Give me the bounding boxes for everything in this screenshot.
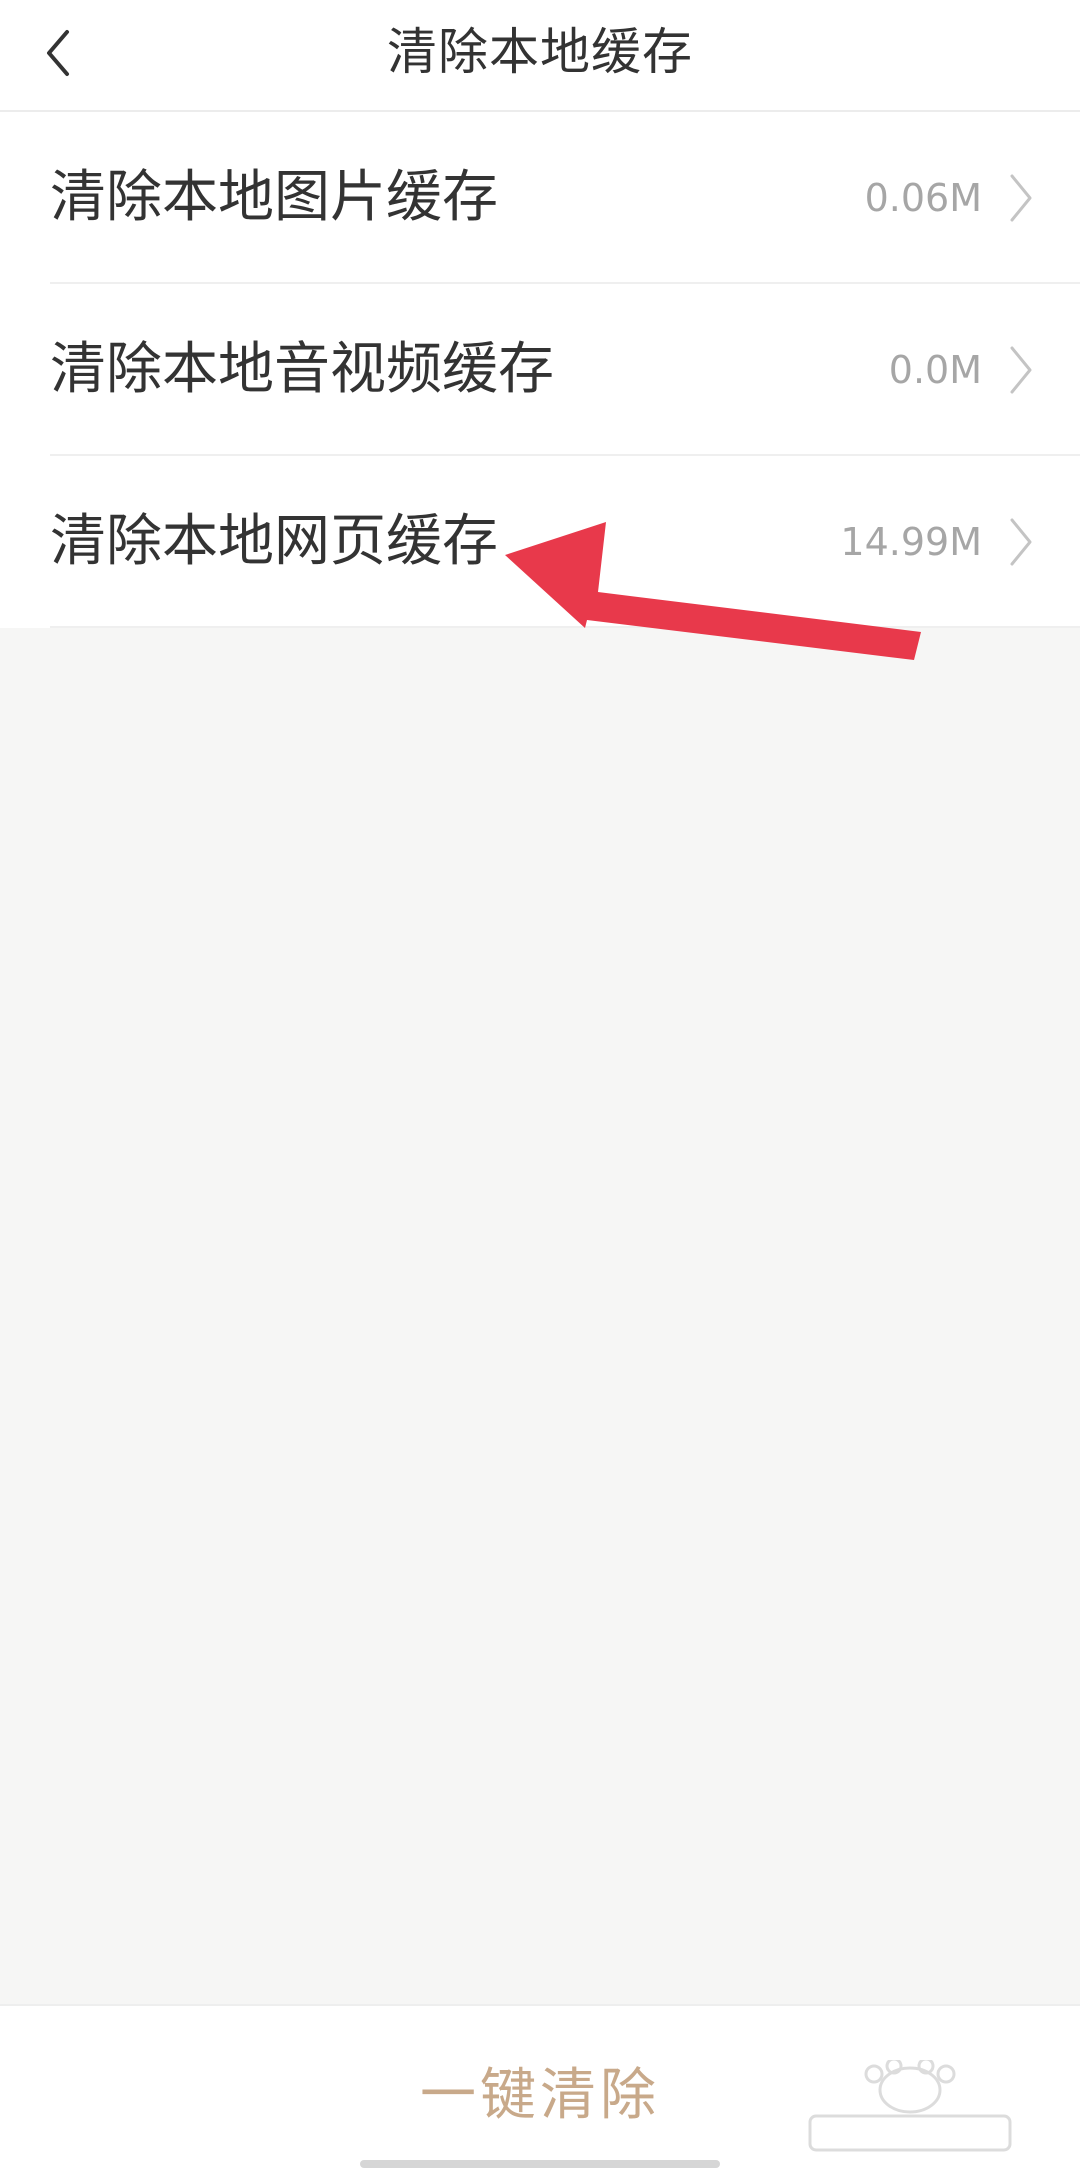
- cache-item-label: 清除本地网页缓存: [50, 509, 498, 574]
- cache-settings-screen: 清除本地缓存 清除本地图片缓存 0.06M 清除本地音视频缓存 0.0M 清除本…: [0, 0, 1080, 2172]
- cache-item-web-pages[interactable]: 清除本地网页缓存 14.99M: [0, 456, 1080, 628]
- cache-item-size: 0.06M: [864, 176, 982, 220]
- divider: [50, 626, 1080, 628]
- page-title: 清除本地缓存: [387, 23, 693, 81]
- cache-item-size: 0.0M: [888, 348, 982, 392]
- cache-item-label: 清除本地音视频缓存: [50, 337, 554, 402]
- cache-item-size: 14.99M: [840, 520, 982, 564]
- chevron-right-icon: [1010, 518, 1032, 566]
- cache-list: 清除本地图片缓存 0.06M 清除本地音视频缓存 0.0M 清除本地网页缓存 1…: [0, 112, 1080, 628]
- clear-all-button[interactable]: 一键清除: [0, 2006, 1080, 2162]
- chevron-right-icon: [1010, 174, 1032, 222]
- cache-item-label: 清除本地图片缓存: [50, 165, 498, 230]
- bottom-action-bar: 一键清除: [0, 2004, 1080, 2172]
- navigation-bar: 清除本地缓存: [0, 0, 1080, 112]
- chevron-right-icon: [1010, 346, 1032, 394]
- cache-item-audio-video[interactable]: 清除本地音视频缓存 0.0M: [0, 284, 1080, 456]
- home-indicator: [360, 2160, 720, 2168]
- cache-item-images[interactable]: 清除本地图片缓存 0.06M: [0, 112, 1080, 284]
